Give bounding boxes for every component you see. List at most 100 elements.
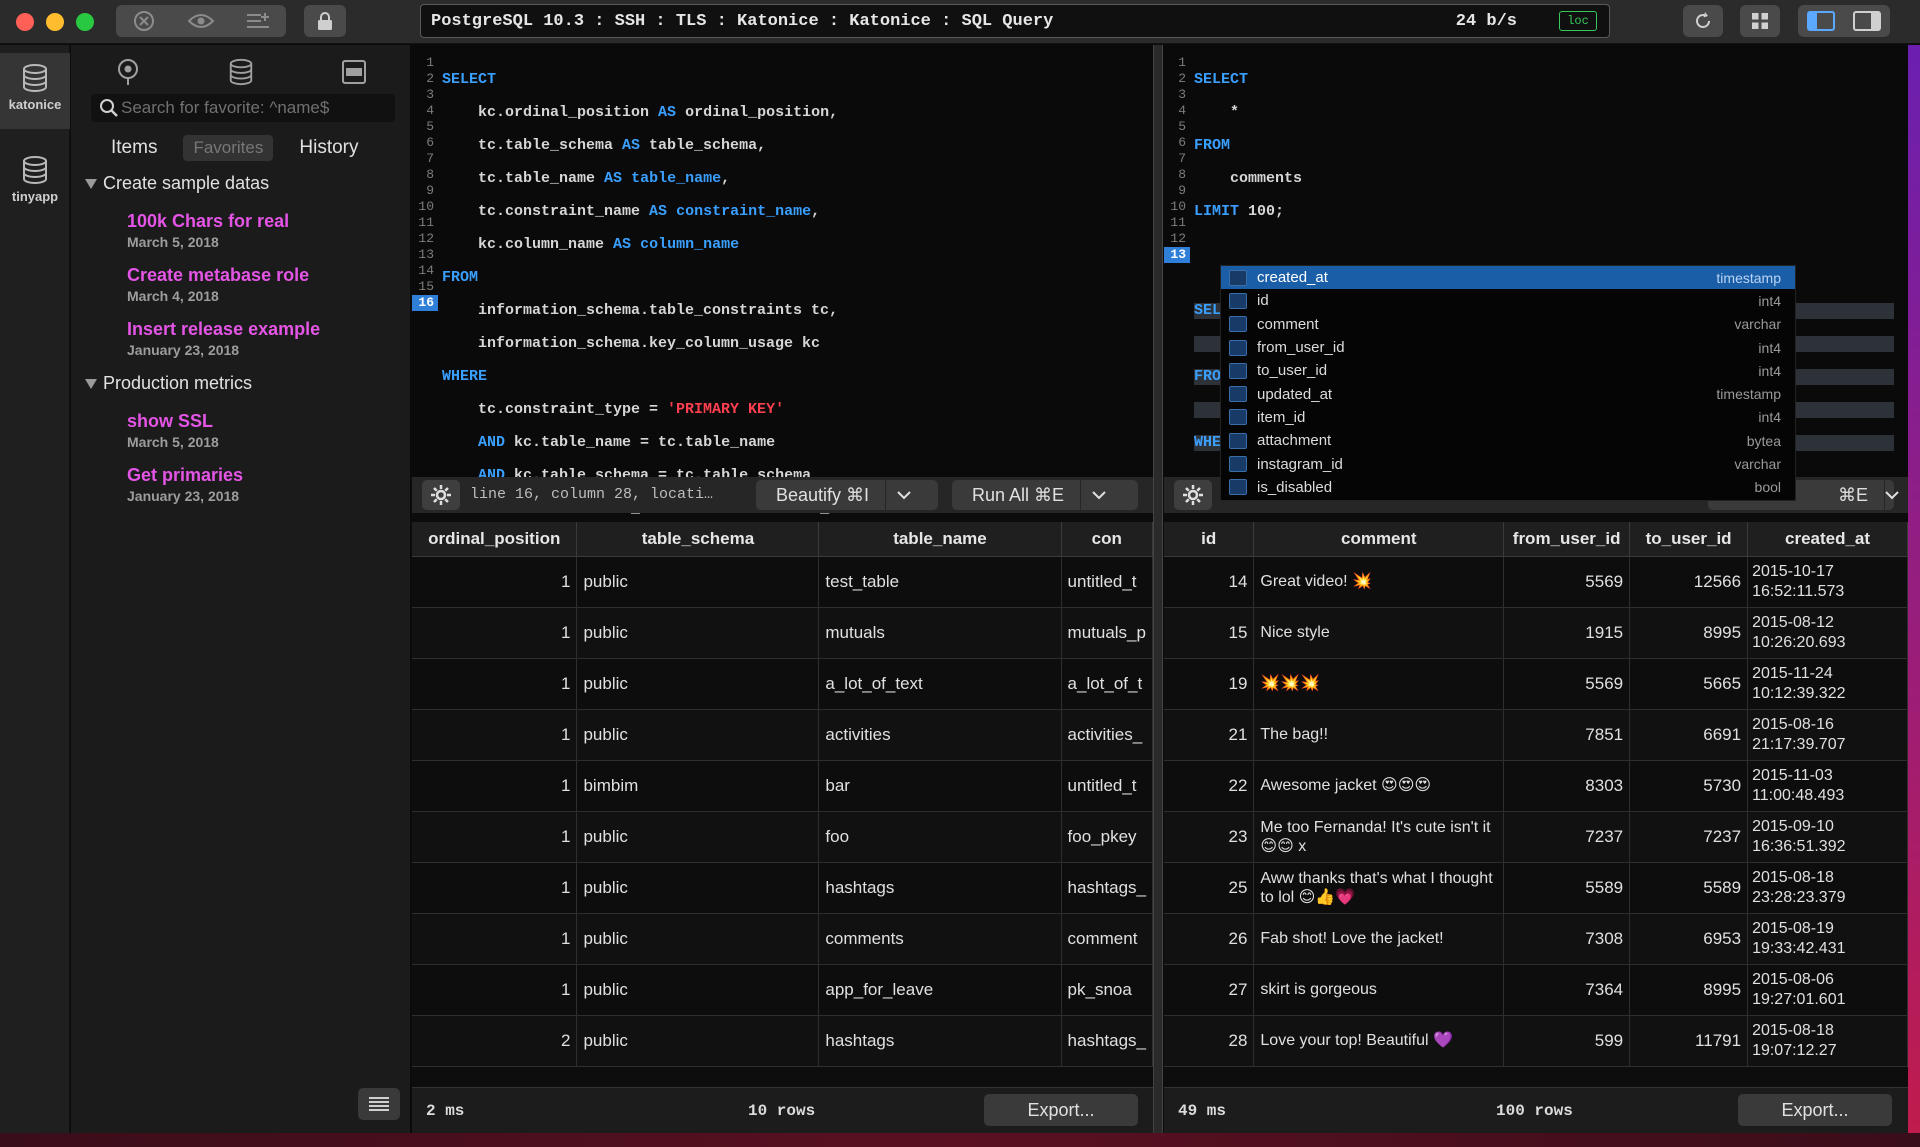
- beautify-button[interactable]: Beautify ⌘I: [756, 480, 938, 510]
- tab-favorites[interactable]: Favorites: [183, 135, 274, 161]
- column-header[interactable]: id: [1164, 522, 1255, 557]
- refresh-button[interactable]: [1683, 5, 1723, 37]
- table-cell[interactable]: 2015-10-17 16:52:11.573: [1747, 556, 1908, 608]
- table-cell[interactable]: 8303: [1503, 760, 1631, 812]
- table-row[interactable]: 1 bimbim bar untitled_t: [412, 760, 1153, 812]
- table-cell[interactable]: 28: [1164, 1015, 1255, 1067]
- table-cell[interactable]: 15: [1164, 607, 1255, 659]
- favorite-item[interactable]: Create metabase role March 4, 2018: [127, 265, 309, 304]
- lock-button[interactable]: [304, 5, 346, 37]
- table-cell[interactable]: 2015-08-06 19:27:01.601: [1747, 964, 1908, 1016]
- zoom-window-button[interactable]: [76, 13, 94, 31]
- table-cell[interactable]: pk_snoa: [1061, 964, 1153, 1016]
- autocomplete-item[interactable]: item_id int4: [1221, 406, 1795, 429]
- table-cell[interactable]: public: [576, 1015, 820, 1067]
- chevron-down-icon[interactable]: [886, 490, 922, 500]
- right-panel-icon[interactable]: [1853, 11, 1881, 31]
- table-cell[interactable]: 1: [412, 658, 578, 710]
- table-row[interactable]: 21 The bag!! 7851 6691 2015-08-16 21:17:39.7…: [1164, 709, 1908, 761]
- column-header[interactable]: table_schema: [576, 522, 820, 557]
- table-cell[interactable]: a_lot_of_text: [818, 658, 1062, 710]
- table-cell[interactable]: 599: [1503, 1015, 1631, 1067]
- table-cell[interactable]: 💥💥💥: [1253, 658, 1505, 710]
- table-row[interactable]: 22 Awesome jacket 😍😍😍 8303 5730 2015-11-03 1…: [1164, 760, 1908, 812]
- table-cell[interactable]: mutuals: [818, 607, 1062, 659]
- table-cell[interactable]: 23: [1164, 811, 1255, 863]
- database-icon[interactable]: [221, 55, 261, 89]
- table-row[interactable]: 1 public activities activities_: [412, 709, 1153, 761]
- autocomplete-item[interactable]: id int4: [1221, 289, 1795, 312]
- favorite-item[interactable]: 100k Chars for real March 5, 2018: [127, 211, 289, 250]
- table-row[interactable]: 1 public a_lot_of_text a_lot_of_t: [412, 658, 1153, 710]
- table-cell[interactable]: 1: [412, 913, 578, 965]
- table-row[interactable]: 26 Fab shot! Love the jacket! 7308 6953 2015…: [1164, 913, 1908, 965]
- table-cell[interactable]: 7237: [1629, 811, 1749, 863]
- table-cell[interactable]: app_for_leave: [818, 964, 1062, 1016]
- table-cell[interactable]: 5665: [1629, 658, 1749, 710]
- table-cell[interactable]: test_table: [818, 556, 1062, 608]
- table-cell[interactable]: bimbim: [576, 760, 820, 812]
- table-row[interactable]: 14 Great video! 💥 5569 12566 2015-10-17 16:5…: [1164, 556, 1908, 608]
- table-cell[interactable]: 2015-08-18 23:28:23.379: [1747, 862, 1908, 914]
- table-cell[interactable]: 1: [412, 964, 578, 1016]
- table-cell[interactable]: The bag!!: [1253, 709, 1505, 761]
- table-cell[interactable]: 2: [412, 1015, 578, 1067]
- autocomplete-item[interactable]: is_disabled bool: [1221, 476, 1795, 499]
- grid-view-button[interactable]: [1740, 5, 1780, 37]
- table-cell[interactable]: 22: [1164, 760, 1255, 812]
- table-row[interactable]: 2 public hashtags hashtags_: [412, 1015, 1153, 1067]
- left-panel-icon[interactable]: [1807, 11, 1835, 31]
- table-cell[interactable]: public: [576, 556, 820, 608]
- eye-icon[interactable]: [173, 5, 230, 37]
- table-cell[interactable]: untitled_t: [1061, 556, 1153, 608]
- autocomplete-item[interactable]: comment varchar: [1221, 313, 1795, 336]
- stop-icon[interactable]: [116, 5, 173, 37]
- table-cell[interactable]: hashtags: [818, 862, 1062, 914]
- table-cell[interactable]: 12566: [1629, 556, 1749, 608]
- table-cell[interactable]: public: [576, 607, 820, 659]
- table-row[interactable]: 1 public comments comment: [412, 913, 1153, 965]
- table-cell[interactable]: public: [576, 658, 820, 710]
- rail-connection-katonice[interactable]: katonice: [0, 53, 70, 129]
- table-cell[interactable]: Me too Fernanda! It's cute isn't it 😊😊 x: [1253, 811, 1505, 863]
- table-cell[interactable]: 5569: [1503, 556, 1631, 608]
- table-cell[interactable]: untitled_t: [1061, 760, 1153, 812]
- table-cell[interactable]: public: [576, 964, 820, 1016]
- favorite-item[interactable]: Insert release example January 23, 2018: [127, 319, 320, 358]
- table-cell[interactable]: public: [576, 913, 820, 965]
- table-cell[interactable]: mutuals_p: [1061, 607, 1153, 659]
- export-button[interactable]: Export...: [1738, 1094, 1892, 1126]
- table-cell[interactable]: 21: [1164, 709, 1255, 761]
- column-header[interactable]: con: [1061, 522, 1153, 557]
- table-cell[interactable]: skirt is gorgeous: [1253, 964, 1505, 1016]
- table-cell[interactable]: 8995: [1629, 964, 1749, 1016]
- table-cell[interactable]: 5569: [1503, 658, 1631, 710]
- table-cell[interactable]: 6691: [1629, 709, 1749, 761]
- autocomplete-item[interactable]: updated_at timestamp: [1221, 382, 1795, 405]
- table-row[interactable]: 1 public hashtags hashtags_: [412, 862, 1153, 914]
- autocomplete-item[interactable]: to_user_id int4: [1221, 359, 1795, 382]
- table-cell[interactable]: Nice style: [1253, 607, 1505, 659]
- autocomplete-item[interactable]: created_at timestamp: [1221, 266, 1795, 290]
- column-header[interactable]: created_at: [1747, 522, 1908, 557]
- table-cell[interactable]: public: [576, 862, 820, 914]
- close-window-button[interactable]: [16, 13, 34, 31]
- table-cell[interactable]: 27: [1164, 964, 1255, 1016]
- table-cell[interactable]: 1: [412, 607, 578, 659]
- table-cell[interactable]: a_lot_of_t: [1061, 658, 1153, 710]
- table-cell[interactable]: 5730: [1629, 760, 1749, 812]
- run-all-button[interactable]: Run All ⌘E: [952, 480, 1138, 510]
- favorite-search-field[interactable]: [91, 94, 395, 122]
- table-cell[interactable]: 1: [412, 709, 578, 761]
- table-cell[interactable]: Awesome jacket 😍😍😍: [1253, 760, 1505, 812]
- editor-settings-button[interactable]: [422, 480, 460, 510]
- table-cell[interactable]: 2015-08-18 19:07:12.27: [1747, 1015, 1908, 1067]
- table-row[interactable]: 27 skirt is gorgeous 7364 8995 2015-08-06 19…: [1164, 964, 1908, 1016]
- table-cell[interactable]: 2015-08-19 19:33:42.431: [1747, 913, 1908, 965]
- export-button[interactable]: Export...: [984, 1094, 1138, 1126]
- favorite-group-toggle[interactable]: Create sample datas: [85, 173, 269, 194]
- table-row[interactable]: 25 Aww thanks that's what I thought to lo…: [1164, 862, 1908, 914]
- table-row[interactable]: 19 💥💥💥 5569 5665 2015-11-24 10:12:39.322: [1164, 658, 1908, 710]
- table-row[interactable]: 15 Nice style 1915 8995 2015-08-12 10:26:20.…: [1164, 607, 1908, 659]
- table-cell[interactable]: hashtags_: [1061, 862, 1153, 914]
